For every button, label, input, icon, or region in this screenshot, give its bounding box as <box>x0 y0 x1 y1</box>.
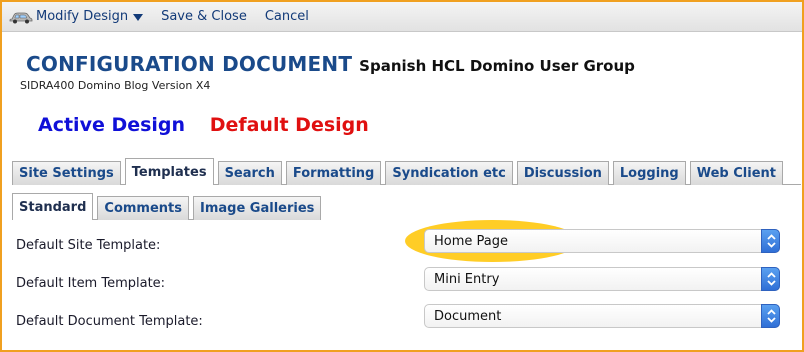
subtab-image-galleries[interactable]: Image Galleries <box>193 196 322 220</box>
document-template-value: Document <box>434 308 502 324</box>
document-template-select[interactable]: Document <box>424 304 780 328</box>
site-template-select[interactable]: Home Page <box>424 229 780 253</box>
item-template-select[interactable]: Mini Entry <box>424 267 780 291</box>
page-subtitle: Spanish HCL Domino User Group <box>359 57 635 75</box>
active-design-link[interactable]: Active Design <box>38 114 185 136</box>
select-stepper-icon <box>761 267 780 291</box>
document-header: CONFIGURATION DOCUMENT Spanish HCL Domin… <box>26 52 635 76</box>
tab-web-client[interactable]: Web Client <box>689 161 783 185</box>
caret-down-icon[interactable] <box>133 13 144 21</box>
page-title: CONFIGURATION DOCUMENT <box>26 52 353 76</box>
version-text: SIDRA400 Domino Blog Version X4 <box>20 79 211 92</box>
tab-logging[interactable]: Logging <box>612 161 686 185</box>
site-template-value: Home Page <box>434 233 508 249</box>
select-stepper-icon <box>761 229 780 253</box>
item-template-label: Default Item Template: <box>16 276 166 291</box>
subtab-standard[interactable]: Standard <box>12 193 94 220</box>
design-links: Active Design Default Design <box>38 114 369 136</box>
tab-syndication[interactable]: Syndication etc <box>385 161 513 185</box>
tab-formatting[interactable]: Formatting <box>285 161 382 185</box>
tab-site-settings[interactable]: Site Settings <box>12 161 121 185</box>
car-icon <box>9 12 33 23</box>
tab-search[interactable]: Search <box>217 161 282 185</box>
site-template-label: Default Site Template: <box>16 238 161 253</box>
document-template-label: Default Document Template: <box>16 314 203 329</box>
modify-design-label: Modify Design <box>36 9 129 24</box>
main-tabs: Site Settings Templates Search Formattin… <box>12 158 787 185</box>
select-stepper-icon <box>761 304 780 328</box>
cancel-button[interactable]: Cancel <box>265 9 309 24</box>
sub-tabs: Standard Comments Image Galleries <box>12 193 325 220</box>
item-template-value: Mini Entry <box>434 271 500 287</box>
tab-discussion[interactable]: Discussion <box>516 161 609 185</box>
tab-templates[interactable]: Templates <box>124 158 214 185</box>
toolbar: Modify Design Save & Close Cancel <box>2 2 802 32</box>
default-design-link[interactable]: Default Design <box>210 114 369 136</box>
subtab-comments[interactable]: Comments <box>97 196 189 220</box>
save-close-button[interactable]: Save & Close <box>161 9 247 24</box>
modify-design-menu[interactable]: Modify Design <box>9 9 144 24</box>
